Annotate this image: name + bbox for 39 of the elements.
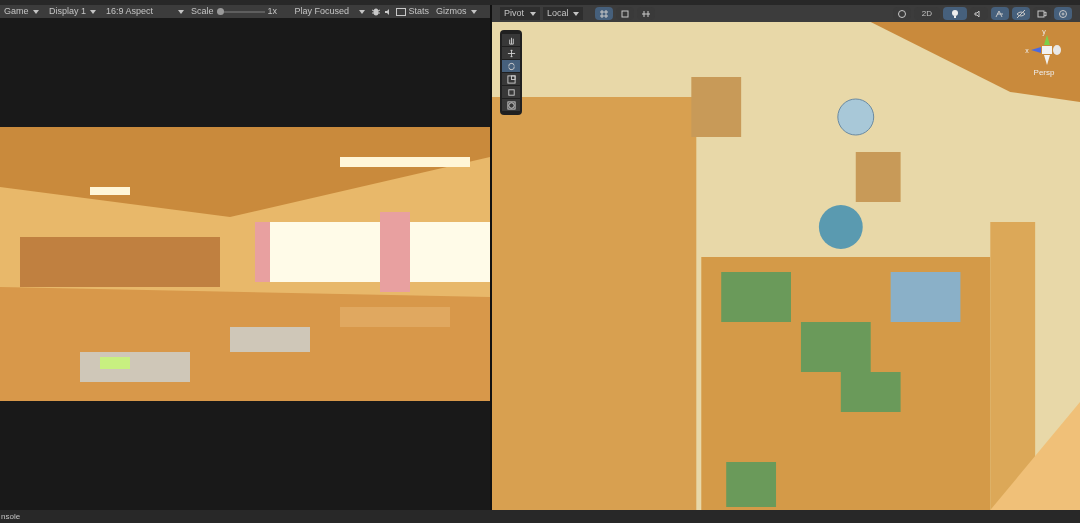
hidden-icon[interactable]: [1012, 7, 1030, 20]
caret-icon: [530, 11, 536, 16]
aspect-dropdown[interactable]: 16:9 Aspect: [102, 5, 188, 18]
play-mode-dropdown[interactable]: Play Focused: [290, 5, 369, 18]
hand-tool-button[interactable]: [502, 34, 520, 46]
caret-icon: [573, 11, 579, 16]
grid-icon[interactable]: [395, 7, 406, 16]
view-dropdown[interactable]: Game: [0, 5, 42, 18]
grid-snap-icon[interactable]: [595, 7, 613, 20]
move-tool-button[interactable]: [502, 47, 520, 59]
caret-icon: [470, 9, 477, 14]
scale-tool-button[interactable]: [502, 73, 520, 85]
move-tool-icon: [506, 48, 516, 58]
caret-icon: [358, 9, 365, 14]
display-dropdown[interactable]: Display 1: [45, 5, 99, 18]
scale-reading: 1x: [267, 4, 279, 18]
console-tab[interactable]: nsole: [0, 510, 22, 523]
rect-tool-icon: [506, 87, 516, 97]
rotate-tool-button[interactable]: [502, 60, 520, 72]
rect-tool-button[interactable]: [502, 86, 520, 98]
caret-icon: [32, 9, 39, 14]
scale-tool-icon: [506, 74, 516, 84]
rotate-tool-icon: [506, 61, 516, 71]
caret-icon: [90, 9, 96, 14]
pivot-dropdown[interactable]: Pivot: [500, 7, 540, 20]
hand-tool-icon: [506, 35, 516, 45]
lighting-icon[interactable]: [943, 7, 967, 20]
bug-icon[interactable]: [371, 7, 380, 16]
transform-tool-icon: [506, 100, 516, 110]
space-dropdown[interactable]: Local: [543, 7, 583, 20]
scale-slider[interactable]: [216, 7, 265, 16]
stats-button[interactable]: Stats: [408, 4, 430, 19]
orientation-gizmo-icon[interactable]: [1030, 35, 1063, 65]
caret-icon: [178, 9, 184, 14]
transform-tool-button[interactable]: [502, 99, 520, 111]
gizmos-icon[interactable]: [1054, 7, 1072, 20]
effects-icon[interactable]: [991, 7, 1009, 20]
scale-label: Scale: [191, 4, 214, 18]
gizmos-dropdown[interactable]: Gizmos: [432, 5, 477, 18]
